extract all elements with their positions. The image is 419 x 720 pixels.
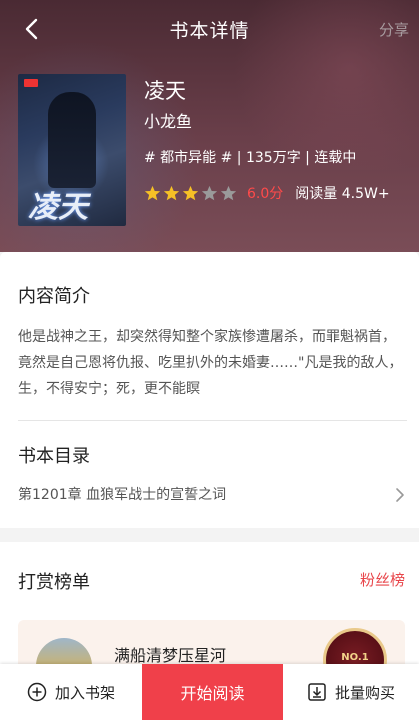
add-to-shelf-label: 加入书架: [54, 683, 115, 702]
book-author[interactable]: 小龙鱼: [144, 108, 192, 132]
download-box-icon: [308, 683, 326, 701]
book-meta: # 都市异能 # | 135万字 | 连载中: [144, 150, 357, 166]
latest-chapter: 第1201章 血狼军战士的宣誓之词: [18, 487, 227, 503]
intro-card: 内容简介 他是战神之王，却突然得知整个家族惨遭屠杀，而罪魁祸首，竟然是自己恩将仇…: [0, 252, 419, 528]
star-icon-filled: [144, 185, 161, 200]
star-icon-filled: [182, 185, 199, 200]
plus-circle-icon: [27, 682, 47, 702]
intro-text[interactable]: 他是战神之王，却突然得知整个家族惨遭屠杀，而罪魁祸首，竟然是自己恩将仇报、吃里扒…: [18, 324, 406, 402]
ranking-section-title: 打赏榜单: [18, 572, 90, 593]
add-to-shelf-button[interactable]: 加入书架: [0, 664, 142, 720]
star-icon-filled: [163, 185, 180, 200]
batch-buy-button[interactable]: 批量购买: [283, 664, 419, 720]
start-reading-button[interactable]: 开始阅读: [142, 664, 283, 720]
rank-medal-label: NO.1: [341, 652, 369, 663]
read-count: 阅读量 4.5W+: [295, 186, 390, 202]
top-fan-name: 满船清梦压星河: [114, 646, 227, 665]
batch-buy-label: 批量购买: [334, 683, 395, 702]
book-title: 凌天: [144, 79, 186, 103]
cover-figure: [48, 92, 96, 188]
chevron-right-icon: [396, 488, 404, 502]
bottom-action-bar: 加入书架 开始阅读 批量购买: [0, 664, 419, 720]
star-icon-empty: [201, 185, 218, 200]
page-title: 书本详情: [169, 20, 250, 42]
rating-score: 6.0分: [247, 186, 284, 202]
top-bar: 书本详情 分享: [0, 0, 419, 58]
cover-badge: [24, 79, 38, 87]
toc-section-title: 书本目录: [18, 446, 90, 467]
cover-title: 凌天: [28, 190, 88, 225]
rating-row: 6.0分 阅读量 4.5W+: [144, 183, 390, 203]
latest-chapter-row[interactable]: 第1201章 血狼军战士的宣誓之词: [18, 482, 407, 508]
divider: [18, 420, 407, 421]
fans-ranking-link[interactable]: 粉丝榜: [360, 569, 405, 590]
share-button[interactable]: 分享: [379, 19, 409, 40]
intro-section-title: 内容简介: [18, 286, 90, 307]
book-cover[interactable]: 凌天: [18, 74, 126, 226]
star-icon-empty: [220, 185, 237, 200]
